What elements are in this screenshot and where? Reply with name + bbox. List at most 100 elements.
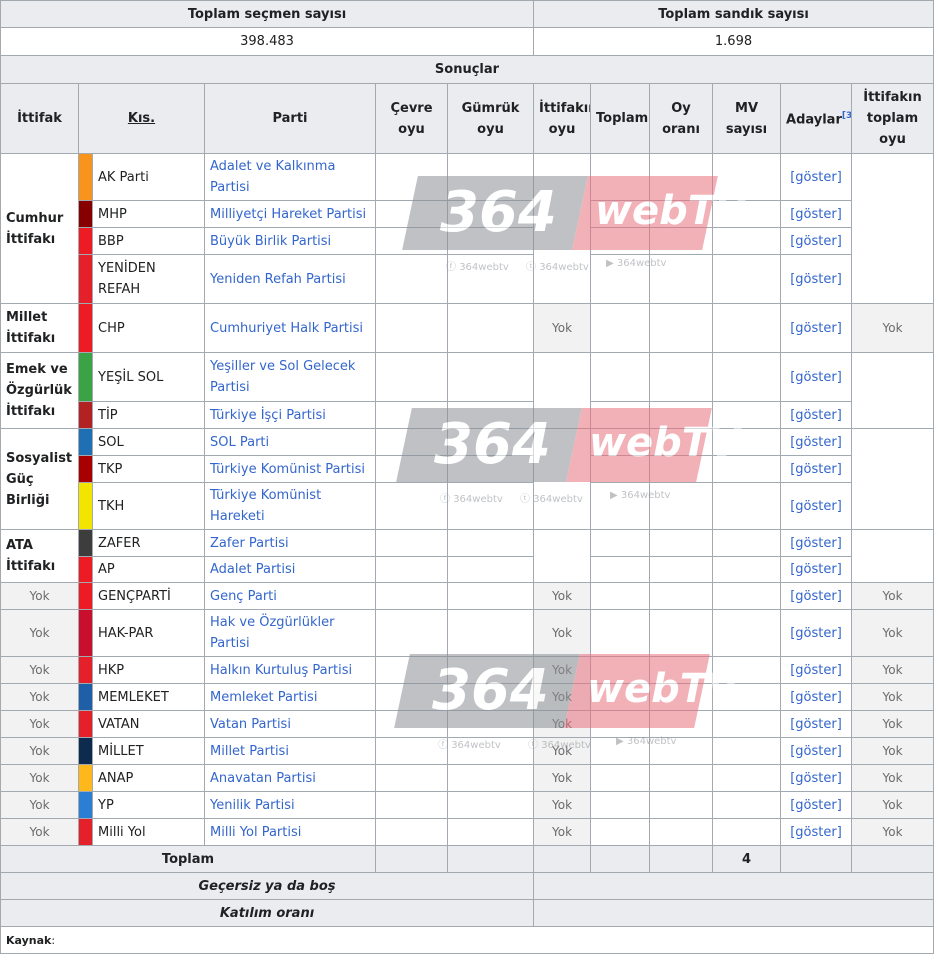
- party-abbr: MHP: [92, 200, 205, 228]
- goster-link[interactable]: [göster]: [780, 609, 853, 657]
- party-link[interactable]: Yeşiller ve Sol Gelecek Partisi: [204, 352, 376, 402]
- boxes-label: Toplam sandık sayısı: [533, 0, 934, 28]
- party-link[interactable]: Türkiye Komünist Hareketi: [204, 482, 376, 530]
- goster-link[interactable]: [göster]: [780, 482, 853, 530]
- goster-link[interactable]: [göster]: [780, 582, 853, 610]
- yok-cell: Yok: [851, 764, 934, 792]
- yok-cell: Yok: [0, 818, 79, 846]
- party-color: [78, 656, 93, 684]
- table-row: Yok VATAN Vatan Partisi Yok [göster] Yok: [0, 710, 934, 738]
- goster-link[interactable]: [göster]: [780, 401, 853, 429]
- party-color: [78, 737, 93, 765]
- party-abbr: TKH: [92, 482, 205, 530]
- results-table: Toplam seçmen sayısı Toplam sandık sayıs…: [0, 0, 934, 954]
- party-link[interactable]: Millet Partisi: [204, 737, 376, 765]
- yok-cell: Yok: [533, 656, 592, 684]
- goster-link[interactable]: [göster]: [780, 818, 853, 846]
- ref-link[interactable]: [3]: [842, 111, 851, 121]
- party-color: [78, 401, 93, 429]
- table-row: Millet İttifakı CHP Cumhuriyet Halk Parti…: [0, 303, 934, 353]
- party-link[interactable]: Büyük Birlik Partisi: [204, 227, 376, 255]
- goster-link[interactable]: [göster]: [780, 227, 853, 255]
- goster-link[interactable]: [göster]: [780, 529, 853, 557]
- party-link[interactable]: Vatan Partisi: [204, 710, 376, 738]
- goster-link[interactable]: [göster]: [780, 303, 853, 353]
- party-link[interactable]: Türkiye Komünist Partisi: [204, 455, 376, 483]
- party-color: [78, 683, 93, 711]
- yok-cell: Yok: [0, 582, 79, 610]
- table-row: Yok HKP Halkın Kurtuluş Partisi Yok [gös…: [0, 656, 934, 684]
- party-abbr: GENÇPARTİ: [92, 582, 205, 610]
- table-row: Yok GENÇPARTİ Genç Parti Yok [göster] Yo…: [0, 582, 934, 610]
- party-abbr: SOL: [92, 428, 205, 456]
- header-mv: MV sayısı: [712, 83, 782, 154]
- party-link[interactable]: Zafer Partisi: [204, 529, 376, 557]
- party-link[interactable]: Genç Parti: [204, 582, 376, 610]
- table-row: AP Adalet Partisi [göster]: [1, 556, 934, 583]
- goster-link[interactable]: [göster]: [780, 710, 853, 738]
- party-link[interactable]: SOL Parti: [204, 428, 376, 456]
- yok-cell: Yok: [533, 791, 592, 819]
- party-link[interactable]: Hak ve Özgürlükler Partisi: [204, 609, 376, 657]
- party-abbr: BBP: [92, 227, 205, 255]
- goster-link[interactable]: [göster]: [780, 556, 853, 583]
- results-label: Sonuçlar: [0, 55, 934, 84]
- party-color: [78, 153, 93, 201]
- alliance-millet: Millet İttifakı: [0, 303, 79, 353]
- yok-cell: Yok: [0, 683, 79, 711]
- goster-link[interactable]: [göster]: [780, 737, 853, 765]
- yok-cell: Yok: [851, 609, 934, 657]
- header-kis[interactable]: Kıs.: [78, 83, 205, 154]
- yok-cell: Yok: [533, 818, 592, 846]
- yok-cell: Yok: [851, 818, 934, 846]
- table-row: ATA İttifakı ZAFER Zafer Partisi [göster]: [0, 529, 934, 583]
- yok-cell: Yok: [0, 764, 79, 792]
- goster-link[interactable]: [göster]: [780, 352, 853, 402]
- party-link[interactable]: Milli Yol Partisi: [204, 818, 376, 846]
- yok-cell: Yok: [533, 683, 592, 711]
- header-adaylar: Adaylar[3]: [780, 83, 853, 154]
- party-color: [78, 791, 93, 819]
- header-ittifak: İttifak: [0, 83, 79, 154]
- party-color: [78, 428, 93, 456]
- yok-cell: Yok: [0, 710, 79, 738]
- party-abbr: MEMLEKET: [92, 683, 205, 711]
- party-color: [78, 609, 93, 657]
- header-cevre: Çevre oyu: [375, 83, 448, 154]
- goster-link[interactable]: [göster]: [780, 153, 853, 201]
- yok-cell: Yok: [533, 737, 592, 765]
- goster-link[interactable]: [göster]: [780, 656, 853, 684]
- voters-value: 398.483: [0, 27, 535, 56]
- party-abbr: Milli Yol: [92, 818, 205, 846]
- party-link[interactable]: Yenilik Partisi: [204, 791, 376, 819]
- goster-link[interactable]: [göster]: [780, 200, 853, 228]
- party-link[interactable]: Adalet Partisi: [204, 556, 376, 583]
- goster-link[interactable]: [göster]: [780, 428, 853, 456]
- goster-link[interactable]: [göster]: [780, 791, 853, 819]
- party-link[interactable]: Memleket Partisi: [204, 683, 376, 711]
- party-link[interactable]: Halkın Kurtuluş Partisi: [204, 656, 376, 684]
- party-abbr: HKP: [92, 656, 205, 684]
- party-link[interactable]: Adalet ve Kalkınma Partisi: [204, 153, 376, 201]
- party-link[interactable]: Türkiye İşçi Partisi: [204, 401, 376, 429]
- yok-cell: Yok: [0, 737, 79, 765]
- party-link[interactable]: Cumhuriyet Halk Partisi: [204, 303, 376, 353]
- party-abbr: MİLLET: [92, 737, 205, 765]
- yok-cell: Yok: [0, 609, 79, 657]
- goster-link[interactable]: [göster]: [780, 254, 853, 304]
- goster-link[interactable]: [göster]: [780, 683, 853, 711]
- yok-cell: Yok: [0, 791, 79, 819]
- yok-cell: Yok: [851, 656, 934, 684]
- table-row: Yok ANAP Anavatan Partisi Yok [göster] Y…: [0, 764, 934, 792]
- goster-link[interactable]: [göster]: [780, 455, 853, 483]
- yok-cell: Yok: [533, 710, 592, 738]
- party-link[interactable]: Milliyetçi Hareket Partisi: [204, 200, 376, 228]
- party-link[interactable]: Yeniden Refah Partisi: [204, 254, 376, 304]
- goster-link[interactable]: [göster]: [780, 764, 853, 792]
- yok-cell: Yok: [851, 303, 934, 353]
- table-row: YENİDEN REFAH Yeniden Refah Partisi [göst…: [1, 254, 934, 304]
- party-color: [78, 254, 93, 304]
- party-link[interactable]: Anavatan Partisi: [204, 764, 376, 792]
- source-label: Kaynak: [6, 933, 52, 947]
- table-row: Emek ve Özgürlük İttifakı YEŞİL SOL Yeşill…: [0, 352, 934, 429]
